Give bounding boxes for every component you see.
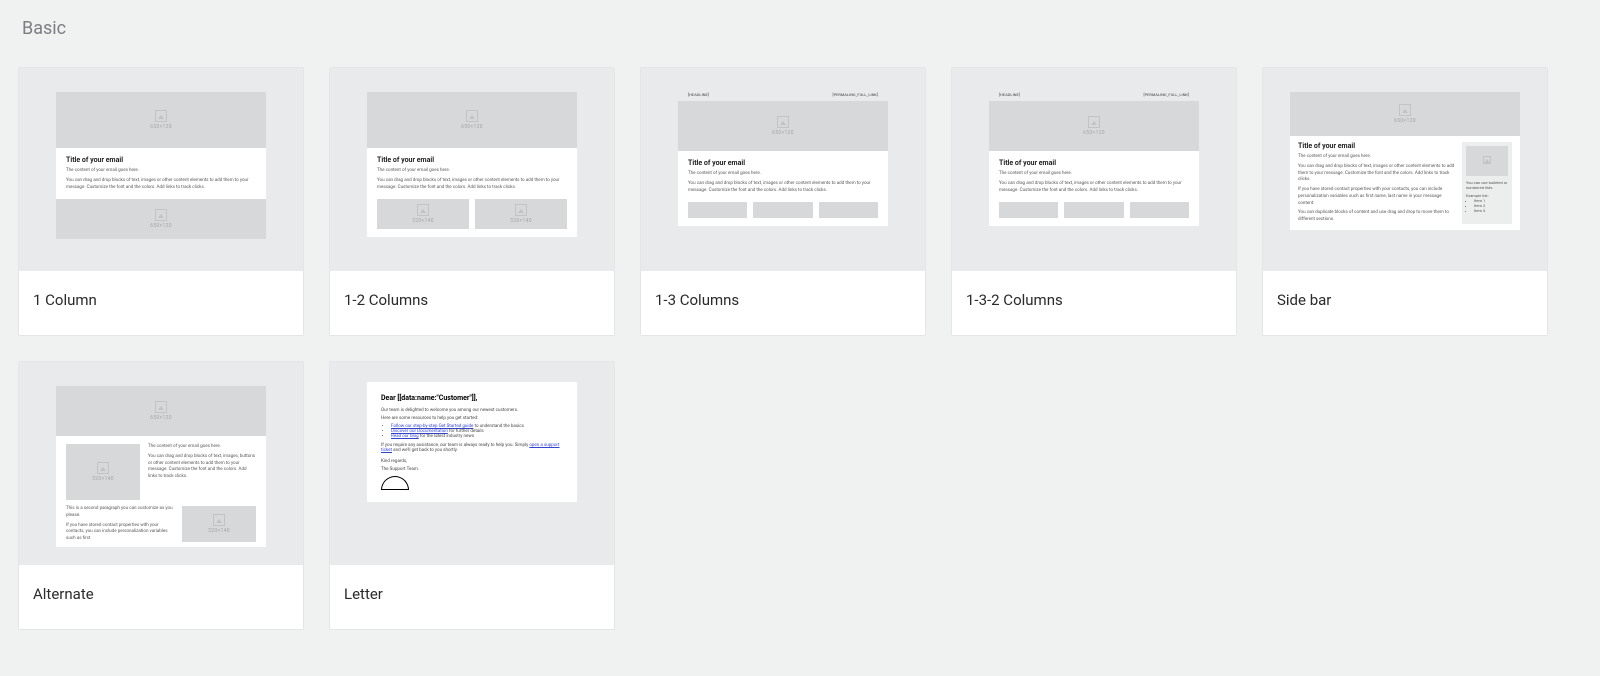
- preview-text: The content of your email goes here.: [688, 171, 878, 178]
- template-card-1-3-2-columns[interactable]: [HEADLINE] [PERMALINK_FULL_LINK] 650×120…: [951, 67, 1237, 336]
- preview-text: You can duplicate blocks of content and …: [1298, 210, 1456, 224]
- letter-line: Our team is delighted to welcome you amo…: [381, 408, 563, 413]
- image-placeholder-icon: 650×120: [772, 116, 794, 136]
- template-card-1-column[interactable]: 650×120 Title of your email The content …: [18, 67, 304, 336]
- template-label: Side bar: [1263, 271, 1547, 335]
- letter-line: The Support Team.: [381, 467, 563, 472]
- preview-text: The content of your email goes here.: [148, 444, 256, 451]
- preview-text: The content of your email goes here.: [1298, 154, 1456, 161]
- preview-text: If you have stored contact properties wi…: [66, 523, 174, 543]
- template-label: 1 Column: [19, 271, 303, 335]
- template-card-1-3-columns[interactable]: [HEADLINE] [PERMALINK_FULL_LINK] 650×120…: [640, 67, 926, 336]
- preview-title: Title of your email: [688, 159, 878, 167]
- template-card-1-2-columns[interactable]: 650×120 Title of your email The content …: [329, 67, 615, 336]
- letter-badge-icon: [381, 476, 409, 490]
- image-placeholder-icon: 320×140: [208, 514, 230, 534]
- letter-line: Here are some resources to help you get …: [381, 416, 563, 421]
- preview-text: You can drag and drop blocks of text, im…: [999, 181, 1189, 195]
- image-placeholder-icon: 650×120: [461, 110, 483, 130]
- preview-header-tags: [HEADLINE] [PERMALINK_FULL_LINK]: [678, 88, 888, 97]
- preview-text: If you have stored contact properties wi…: [1298, 187, 1456, 207]
- preview-side-list: Item 1 Item 2 Item 3: [1474, 198, 1508, 213]
- template-preview: 650×120 Title of your email The content …: [1263, 68, 1547, 271]
- template-card-letter[interactable]: Dear [[data:name:"Customer"]], Our team …: [329, 361, 615, 630]
- template-card-alternate[interactable]: 650×120 320×140 The content of your emai…: [18, 361, 304, 630]
- preview-text: You can drag and drop blocks of text, im…: [688, 181, 878, 195]
- template-label: 1-2 Columns: [330, 271, 614, 335]
- template-label: 1-3-2 Columns: [952, 271, 1236, 335]
- image-placeholder-icon: 650×120: [1083, 116, 1105, 136]
- template-preview: 650×120 320×140 The content of your emai…: [19, 362, 303, 565]
- preview-text: You can drag and drop blocks of text, im…: [377, 178, 567, 192]
- template-gallery: Basic 650×120 Title of your email The co…: [0, 0, 1600, 630]
- image-placeholder-icon: 650×120: [150, 401, 172, 421]
- section-title: Basic: [18, 0, 1582, 67]
- template-preview: 650×120 Title of your email The content …: [19, 68, 303, 271]
- preview-text: You can drag and drop blocks of text, im…: [66, 178, 256, 192]
- preview-text: The content of your email goes here.: [377, 168, 567, 175]
- image-placeholder-icon: [1483, 156, 1491, 166]
- preview-text: The content of your email goes here.: [66, 168, 256, 175]
- template-label: 1-3 Columns: [641, 271, 925, 335]
- image-placeholder-icon: 320×140: [412, 204, 434, 224]
- preview-text: The content of your email goes here.: [999, 171, 1189, 178]
- preview-title: Title of your email: [66, 156, 256, 164]
- template-grid: 650×120 Title of your email The content …: [18, 67, 1582, 630]
- letter-greeting: Dear [[data:name:"Customer"]],: [381, 394, 563, 402]
- preview-text: You can drag and drop blocks of text, im…: [1298, 164, 1456, 184]
- template-preview: [HEADLINE] [PERMALINK_FULL_LINK] 650×120…: [641, 68, 925, 271]
- image-placeholder-icon: 320×140: [510, 204, 532, 224]
- preview-header-tags: [HEADLINE] [PERMALINK_FULL_LINK]: [989, 88, 1199, 97]
- preview-title: Title of your email: [1298, 142, 1456, 150]
- image-placeholder-icon: 650×120: [150, 110, 172, 130]
- template-preview: [HEADLINE] [PERMALINK_FULL_LINK] 650×120…: [952, 68, 1236, 271]
- preview-side-text: You can use bulleted or numbered lists.: [1466, 180, 1508, 190]
- template-preview: Dear [[data:name:"Customer"]], Our team …: [330, 362, 614, 565]
- letter-line: If you require any assistance, our team …: [381, 443, 563, 453]
- image-placeholder-icon: 650×120: [150, 209, 172, 229]
- preview-text: You can drag and drop blocks of text, im…: [148, 454, 256, 481]
- letter-line: Kind regards,: [381, 459, 563, 464]
- letter-bullets: Follow our step-by-step Get Started guid…: [391, 424, 563, 439]
- template-label: Letter: [330, 565, 614, 629]
- template-card-side-bar[interactable]: 650×120 Title of your email The content …: [1262, 67, 1548, 336]
- template-label: Alternate: [19, 565, 303, 629]
- preview-text: This is a second paragraph you can custo…: [66, 506, 174, 520]
- preview-title: Title of your email: [999, 159, 1189, 167]
- preview-title: Title of your email: [377, 156, 567, 164]
- image-placeholder-icon: 320×140: [92, 462, 114, 482]
- template-preview: 650×120 Title of your email The content …: [330, 68, 614, 271]
- image-placeholder-icon: 650×120: [1394, 104, 1416, 124]
